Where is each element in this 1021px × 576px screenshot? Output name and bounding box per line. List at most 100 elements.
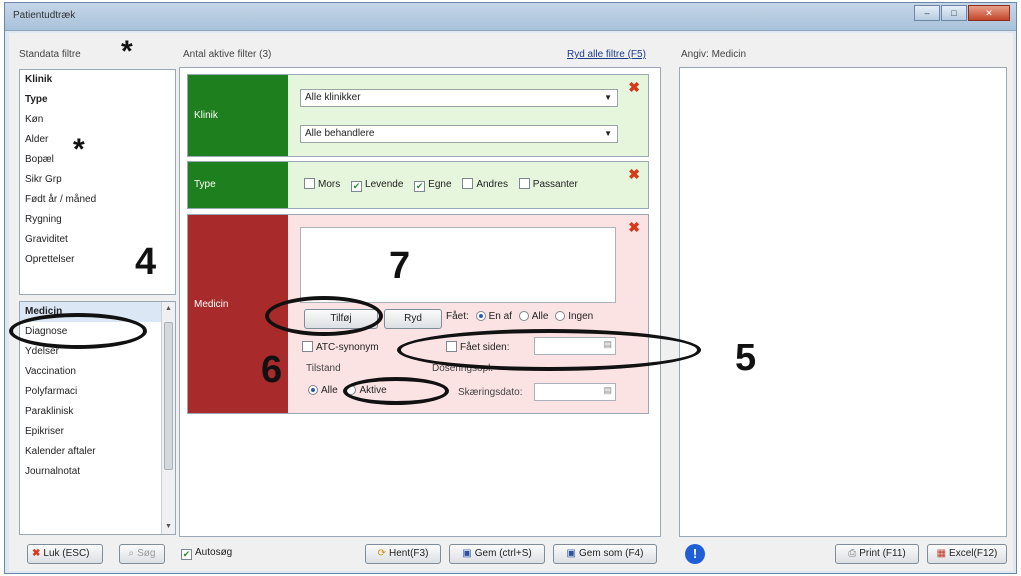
radio-unselected-icon[interactable] — [518, 311, 529, 321]
list-scrollbar[interactable]: ▲ ▼ — [161, 302, 175, 534]
list-item-epikriser[interactable]: Epikriser — [20, 422, 162, 442]
fetch-button[interactable]: ⟳ Hent(F3) — [365, 544, 441, 564]
floppy-disk-icon: ▣ — [462, 548, 472, 559]
checkbox-unchecked-icon[interactable] — [302, 341, 313, 352]
chevron-down-icon: ▼ — [604, 129, 612, 138]
list-item-foedt-aar[interactable]: Født år / måned — [20, 190, 175, 210]
received-label: Fået: — [446, 311, 469, 322]
chevron-down-icon: ▼ — [604, 93, 612, 102]
clinic-select-value: Alle klinikker — [305, 92, 361, 103]
checkbox-unchecked-icon[interactable] — [518, 178, 530, 189]
annotation-circle-received-since — [397, 329, 701, 371]
cutoff-date-input[interactable]: ▤ — [534, 383, 616, 401]
calendar-icon[interactable]: ▤ — [603, 385, 612, 396]
radio-selected-icon[interactable] — [475, 311, 486, 321]
remove-type-filter-icon[interactable]: ✖ — [628, 166, 640, 183]
annotation-number-7: 7 — [389, 245, 411, 287]
type-option-mors[interactable]: Mors — [304, 178, 341, 190]
minimize-button[interactable]: – — [914, 5, 940, 21]
printer-icon: ⎙ — [848, 548, 857, 559]
practitioner-select[interactable]: Alle behandlere ▼ — [300, 125, 618, 143]
patient-extract-window: Patientudtræk – □ ✕ Standata filtre Klin… — [4, 2, 1017, 574]
annotation-asterisk-top: * — [121, 35, 133, 68]
checkbox-checked-icon[interactable]: ✔ — [351, 181, 363, 192]
window-title: Patientudtræk — [13, 10, 76, 21]
received-options: Fået: En af Alle Ingen — [446, 311, 593, 322]
scroll-thumb[interactable] — [164, 322, 173, 470]
title-bar: Patientudtræk – □ ✕ — [5, 3, 1016, 31]
refresh-icon: ⟳ — [377, 548, 386, 559]
checkbox-unchecked-icon[interactable] — [462, 178, 474, 189]
checkbox-checked-icon[interactable]: ✔ — [414, 181, 426, 192]
type-option-egne[interactable]: ✔ Egne — [414, 179, 452, 192]
atc-synonym-label: ATC-synonym — [316, 342, 379, 353]
annotation-number-4: 4 — [135, 241, 157, 283]
list-item-type[interactable]: Type — [20, 90, 175, 110]
info-icon[interactable]: ! — [685, 544, 705, 564]
annotation-circle-medicin — [9, 313, 147, 349]
excel-button[interactable]: ▦ Excel(F12) — [927, 544, 1007, 564]
radio-unselected-icon[interactable] — [555, 311, 566, 321]
list-item-journalnotat[interactable]: Journalnotat — [20, 462, 162, 482]
type-filter: Type ✖ Mors ✔ Levende ✔ Egne Andres Passan… — [187, 161, 649, 209]
radio-ingen[interactable]: Ingen — [555, 311, 593, 322]
clinic-select[interactable]: Alle klinikker ▼ — [300, 89, 618, 107]
type-option-mors-label: Mors — [318, 179, 341, 190]
search-icon: ⌕ — [128, 548, 135, 559]
list-item-sikr-grp[interactable]: Sikr Grp — [20, 170, 175, 190]
remove-medicin-filter-icon[interactable]: ✖ — [628, 219, 640, 236]
radio-selected-icon[interactable] — [308, 385, 318, 395]
red-x-icon: ✖ — [32, 548, 41, 559]
remove-klinik-filter-icon[interactable]: ✖ — [628, 79, 640, 96]
list-item-rygning[interactable]: Rygning — [20, 210, 175, 230]
list-item-vaccination[interactable]: Vaccination — [20, 362, 162, 382]
autosearch-option[interactable]: ✔ Autosøg — [181, 547, 232, 560]
clear-all-filters-link[interactable]: Ryd alle filtre (F5) — [567, 49, 646, 60]
state-label: Tilstand — [306, 363, 341, 374]
autosearch-label: Autosøg — [195, 547, 233, 558]
practitioner-select-value: Alle behandlere — [305, 128, 375, 139]
save-button[interactable]: ▣ Gem (ctrl+S) — [449, 544, 545, 564]
radio-ingen-label: Ingen — [568, 311, 594, 322]
state-radio-alle[interactable]: Alle — [308, 385, 338, 396]
excel-button-label: Excel(F12) — [949, 548, 998, 559]
checkbox-checked-icon[interactable]: ✔ — [181, 549, 192, 560]
search-button[interactable]: ⌕ Søg — [119, 544, 165, 564]
radio-alle-label: Alle — [531, 311, 549, 322]
type-option-levende-label: Levende — [365, 179, 404, 190]
excel-icon: ▦ — [936, 548, 947, 559]
type-option-levende[interactable]: ✔ Levende — [351, 179, 404, 192]
save-as-button[interactable]: ▣ Gem som (F4) — [553, 544, 657, 564]
checkbox-unchecked-icon[interactable] — [304, 178, 315, 189]
list-item-koen[interactable]: Køn — [20, 110, 175, 130]
client-area: Standata filtre Klinik Type Køn Alder Bo… — [9, 33, 1013, 571]
annotation-number-6: 6 — [261, 349, 283, 391]
cutoff-date-label: Skæringsdato: — [458, 387, 523, 398]
radio-en-af[interactable]: En af — [475, 311, 512, 322]
list-item-klinik[interactable]: Klinik — [20, 70, 175, 90]
list-item-polyfarmaci[interactable]: Polyfarmaci — [20, 382, 162, 402]
list-item-paraklinisk[interactable]: Paraklinisk — [20, 402, 162, 422]
scroll-down-arrow-icon[interactable]: ▼ — [162, 520, 175, 534]
radio-alle[interactable]: Alle — [518, 311, 549, 322]
clear-medicin-button[interactable]: Ryd — [384, 309, 442, 329]
type-option-andres[interactable]: Andres — [462, 178, 508, 190]
standard-filters-title: Standata filtre — [19, 49, 81, 60]
list-item-kalender-aftaler[interactable]: Kalender aftaler — [20, 442, 162, 462]
medicin-selection-box[interactable] — [300, 227, 616, 303]
close-window-button[interactable]: ✕ — [968, 5, 1010, 21]
atc-synonym-option[interactable]: ATC-synonym — [302, 341, 379, 353]
klinik-filter-label: Klinik — [188, 75, 288, 156]
specify-panel — [679, 67, 1007, 537]
type-option-passanter-label: Passanter — [532, 179, 578, 190]
maximize-button[interactable]: □ — [941, 5, 967, 21]
right-panel-title: Angiv: Medicin — [681, 49, 747, 60]
type-option-passanter[interactable]: Passanter — [518, 178, 578, 190]
floppy-disk-icon: ▣ — [566, 548, 576, 559]
print-button[interactable]: ⎙ Print (F11) — [835, 544, 919, 564]
scroll-up-arrow-icon[interactable]: ▲ — [162, 302, 175, 316]
close-button[interactable]: ✖ Luk (ESC) — [27, 544, 103, 564]
list-item-alder[interactable]: Alder — [20, 130, 175, 150]
list-item-bopael[interactable]: Bopæl — [20, 150, 175, 170]
active-filter-count: Antal aktive filter (3) — [183, 49, 272, 60]
